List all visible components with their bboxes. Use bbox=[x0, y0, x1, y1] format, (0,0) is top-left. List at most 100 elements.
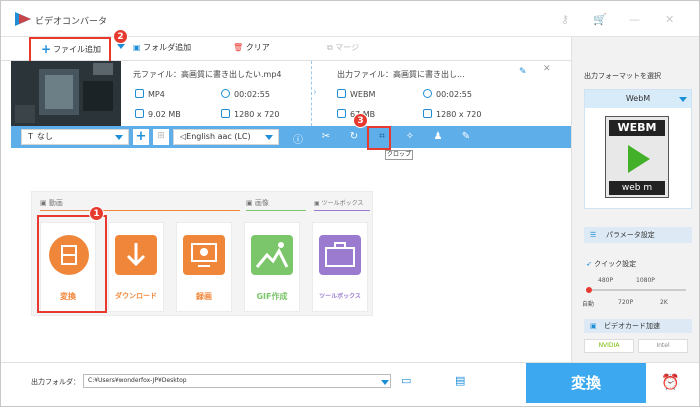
add-file-dropdown-icon[interactable] bbox=[117, 44, 125, 49]
alarm-clock-icon[interactable]: ⏰ bbox=[661, 373, 680, 391]
intel-toggle[interactable]: Intel bbox=[638, 339, 688, 353]
chevron-down-icon bbox=[265, 135, 273, 140]
download-icon bbox=[115, 235, 157, 275]
add-subtitle-button[interactable]: + bbox=[133, 129, 149, 145]
cart-icon[interactable]: 🛒 bbox=[593, 13, 607, 26]
chevron-down-icon bbox=[679, 97, 687, 102]
format-value: WebM bbox=[585, 90, 691, 108]
crop-highlight bbox=[367, 126, 391, 150]
close-icon[interactable]: ✕ bbox=[665, 13, 674, 26]
play-icon bbox=[628, 145, 650, 173]
webm-format-icon: WEBM web m bbox=[605, 116, 669, 198]
divider bbox=[311, 61, 312, 126]
add-file-highlight bbox=[29, 37, 111, 64]
step-badge-1: 1 bbox=[89, 206, 104, 221]
rotate-icon[interactable]: ↻ bbox=[347, 131, 361, 142]
add-folder-button[interactable]: ▣ フォルダ追加 bbox=[133, 42, 191, 53]
folder-icon: ▣ bbox=[133, 43, 141, 52]
output-duration: 00:02:55 bbox=[423, 89, 472, 99]
minimize-icon[interactable]: — bbox=[629, 13, 640, 26]
open-folder-icon[interactable]: ▤ bbox=[455, 374, 465, 387]
watermark-icon[interactable]: ♟ bbox=[431, 131, 445, 142]
slider-handle[interactable] bbox=[586, 287, 592, 293]
tool-label: 録画 bbox=[196, 292, 212, 301]
toolbox-section-label: ▣ ツールボックス bbox=[314, 200, 364, 207]
audio-track-select[interactable]: ◁English aac (LC) bbox=[173, 129, 279, 145]
text-icon: T bbox=[28, 132, 33, 141]
effects-icon[interactable]: ✧ bbox=[403, 131, 417, 142]
app-window: ビデオコンバータ ⚷ 🛒 — ✕ + ファイル追加 ▣ フォルダ追加 🗑 クリア … bbox=[0, 0, 700, 407]
image-section-label: ▣ 画像 bbox=[246, 199, 269, 207]
nvidia-toggle[interactable]: NVIDIA bbox=[584, 339, 634, 353]
edit-icon[interactable]: ✎ bbox=[459, 131, 473, 142]
clear-button[interactable]: 🗑 クリア bbox=[233, 42, 270, 53]
tool-label: ツールボックス bbox=[319, 293, 361, 300]
subtitle-select[interactable]: T なし bbox=[21, 129, 129, 145]
format-selector[interactable]: WebM WEBM web m bbox=[584, 89, 692, 209]
file-item: 元ファイル：高画質に書き出したい.mp4 MP4 00:02:55 9.02 M… bbox=[11, 61, 559, 126]
tool-label: GIF作成 bbox=[256, 292, 288, 301]
clock-icon bbox=[221, 89, 230, 98]
source-resolution: 1280 x 720 bbox=[221, 109, 279, 119]
quality-slider[interactable] bbox=[586, 287, 686, 293]
source-file-name: 元ファイル：高画質に書き出したい.mp4 bbox=[133, 70, 282, 79]
source-size: 9.02 MB bbox=[135, 109, 181, 119]
tick-720p: 720P bbox=[618, 299, 634, 306]
parameter-settings-button[interactable]: ☰ パラメータ設定 bbox=[584, 227, 692, 243]
convert-button[interactable]: 変換 bbox=[526, 363, 646, 403]
tool-record[interactable]: 録画 bbox=[176, 222, 232, 312]
format-badge: WEBM bbox=[609, 120, 665, 136]
output-resolution: 1280 x 720 bbox=[423, 109, 481, 119]
size-icon bbox=[337, 109, 346, 118]
chevron-down-icon[interactable] bbox=[381, 380, 389, 385]
step-badge-3: 3 bbox=[353, 113, 368, 128]
output-folder-label: 出力フォルダ： bbox=[31, 378, 80, 386]
format-icon bbox=[337, 89, 346, 98]
subtitle-settings-button[interactable]: ⊞ bbox=[153, 129, 169, 145]
scissors-icon[interactable]: ✂ bbox=[319, 131, 333, 142]
edit-bar: T なし + ⊞ ◁English aac (LC) ⓘ ✂ ↻ ⌗ ✧ ♟ ✎ bbox=[11, 126, 571, 148]
chip-icon: ▣ bbox=[590, 322, 597, 330]
edit-pencil-icon[interactable]: ✎ bbox=[519, 67, 527, 77]
tool-gif-maker[interactable]: GIF作成 bbox=[244, 222, 300, 312]
tool-label: ダウンロード bbox=[115, 292, 157, 300]
size-icon bbox=[135, 109, 144, 118]
quick-settings-label: ➶ クイック設定 bbox=[586, 260, 637, 268]
crop-tooltip: クロップ bbox=[385, 150, 413, 160]
format-icon bbox=[135, 89, 144, 98]
merge-button[interactable]: ⧉ マージ bbox=[327, 42, 359, 53]
clear-label: クリア bbox=[245, 43, 270, 52]
output-settings-panel: 出力フォーマットを選択 WebM WEBM web m ☰ パラメータ設定 ➶ ク… bbox=[571, 37, 699, 362]
toolbox-section-line bbox=[314, 210, 370, 211]
tick-2k: 2K bbox=[660, 299, 668, 306]
app-logo-icon bbox=[15, 12, 31, 26]
clock-icon bbox=[423, 89, 432, 98]
source-duration: 00:02:55 bbox=[221, 89, 270, 99]
browse-folder-icon[interactable]: ▭ bbox=[401, 374, 411, 387]
output-folder-field[interactable]: C:¥Users¥wonderfox-JP¥Desktop bbox=[83, 374, 391, 388]
key-icon[interactable]: ⚷ bbox=[561, 13, 569, 26]
screen-record-icon bbox=[183, 235, 225, 275]
bottom-bar: 出力フォルダ： C:¥Users¥wonderfox-JP¥Desktop ▭ … bbox=[1, 362, 699, 406]
source-format: MP4 bbox=[135, 89, 165, 99]
info-icon[interactable]: ⓘ bbox=[291, 131, 305, 146]
tick-480p: 480P bbox=[598, 277, 614, 284]
image-icon bbox=[251, 235, 293, 275]
sliders-icon: ☰ bbox=[590, 231, 597, 239]
output-format: WEBM bbox=[337, 89, 375, 99]
tool-toolbox[interactable]: ツールボックス bbox=[312, 222, 368, 312]
chevron-down-icon bbox=[115, 135, 123, 140]
output-file-name: 出力ファイル：高画質に書き出し... bbox=[337, 70, 465, 79]
arrow-right-icon: › bbox=[313, 87, 317, 98]
image-section-line bbox=[246, 210, 306, 211]
app-title: ビデオコンバータ bbox=[35, 17, 108, 27]
add-folder-label: フォルダ追加 bbox=[143, 43, 192, 52]
tool-download[interactable]: ダウンロード bbox=[108, 222, 164, 312]
format-caption: web m bbox=[609, 181, 665, 195]
rocket-icon: ➶ bbox=[586, 260, 592, 268]
remove-file-icon[interactable]: ✕ bbox=[543, 64, 551, 74]
merge-icon: ⧉ bbox=[327, 43, 333, 52]
format-section-label: 出力フォーマットを選択 bbox=[584, 72, 661, 80]
tick-1080p: 1080P bbox=[636, 277, 655, 284]
video-thumbnail[interactable] bbox=[11, 61, 121, 126]
